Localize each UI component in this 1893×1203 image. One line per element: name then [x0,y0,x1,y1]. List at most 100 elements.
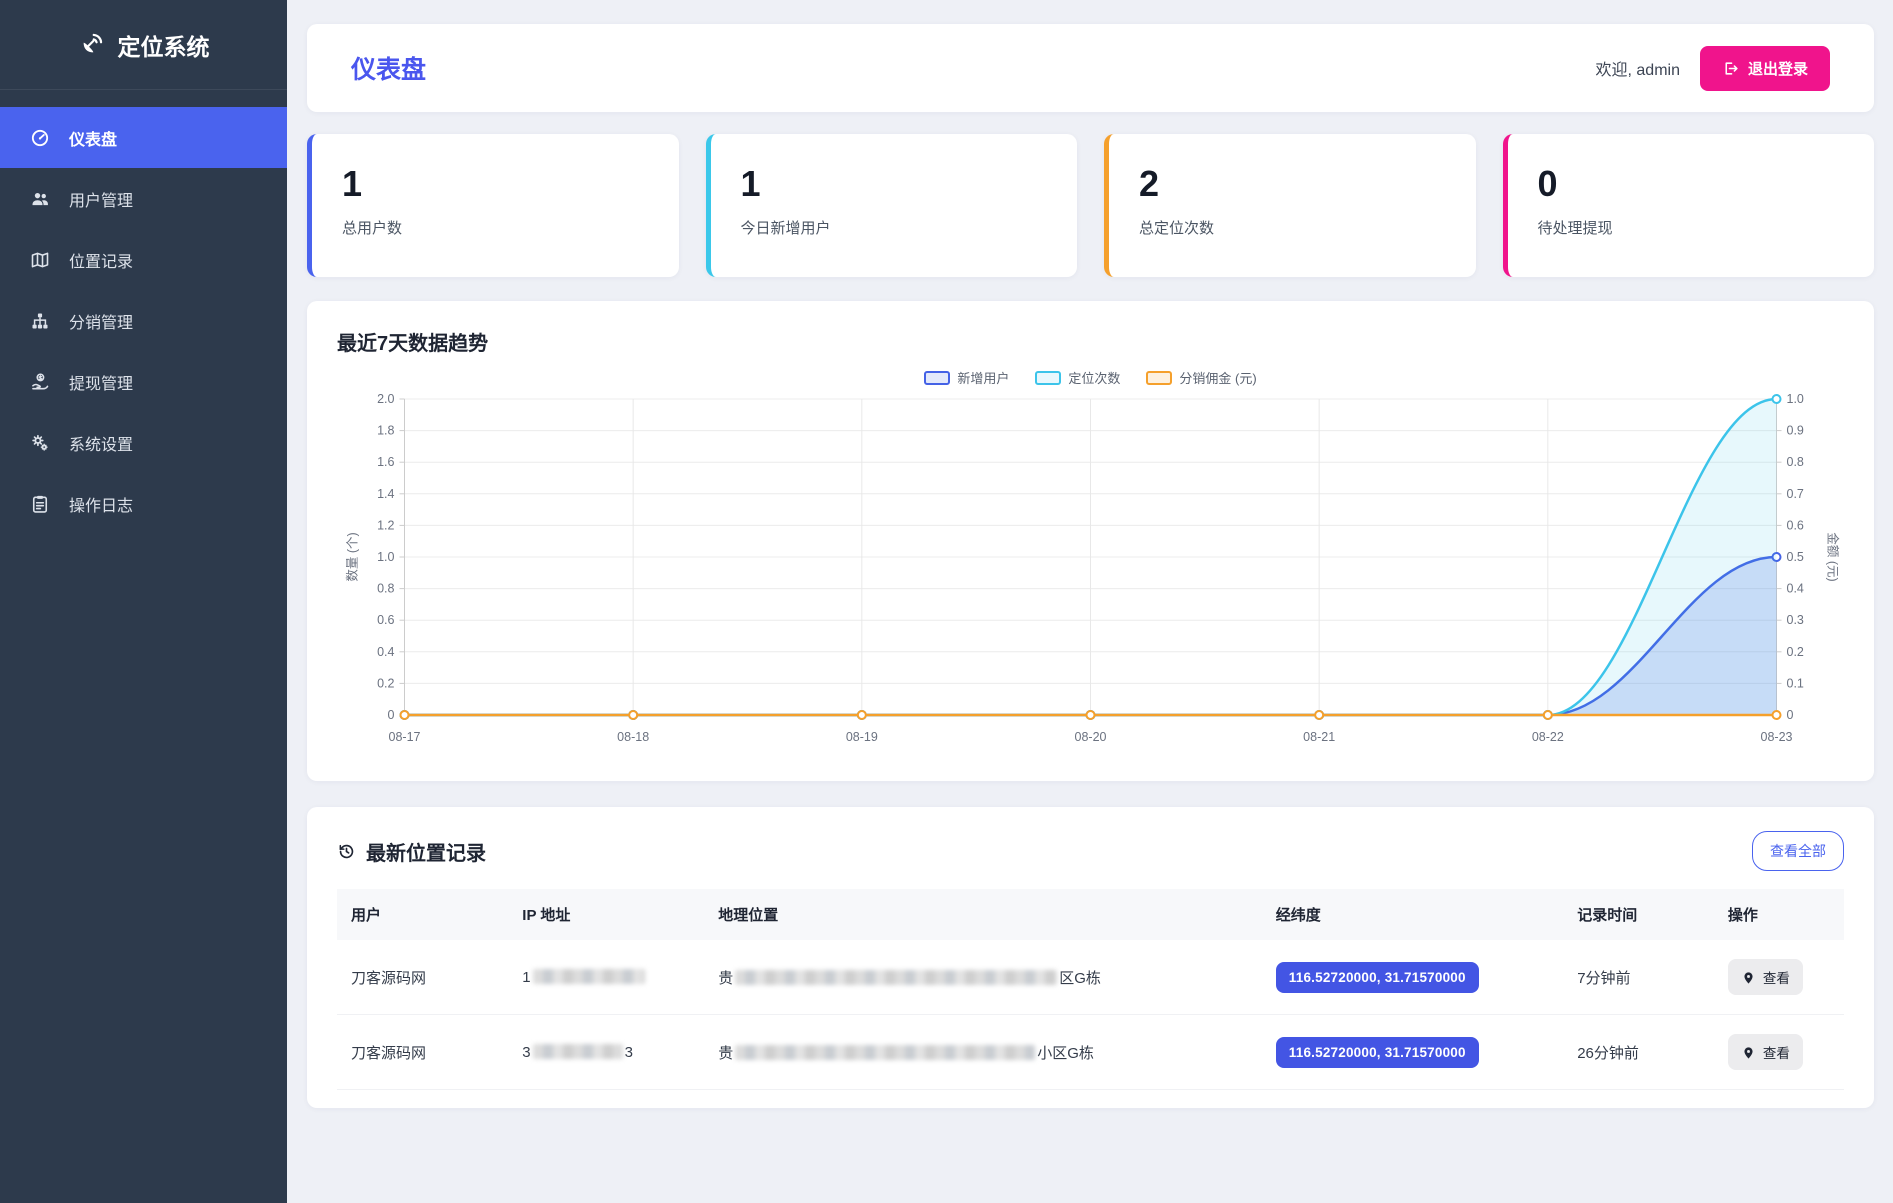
sidebar-item-logs[interactable]: 操作日志 [0,473,287,534]
redacted-ip [533,1044,623,1059]
records-table-head: 用户IP 地址地理位置经纬度记录时间操作 [337,889,1844,940]
view-all-button[interactable]: 查看全部 [1752,831,1844,871]
app-logo: 定位系统 [0,0,287,90]
records-title: 最新位置记录 [366,837,486,866]
view-button[interactable]: 查看 [1728,959,1803,995]
stat-card-1: 1今日新增用户 [706,134,1078,277]
table-row: 刀客源码网1贵区G栋116.52720000, 31.715700007分钟前查… [337,940,1844,1015]
cell-action: 查看 [1716,1015,1844,1090]
stat-label: 待处理提现 [1538,217,1845,238]
view-button[interactable]: 查看 [1728,1034,1803,1070]
stat-label: 总定位次数 [1139,217,1446,238]
sidebar-item-location-records[interactable]: 位置记录 [0,229,287,290]
sidebar-item-settings[interactable]: 系统设置 [0,412,287,473]
sidebar-item-withdrawals[interactable]: 提现管理 [0,351,287,412]
redacted-location [735,1045,1035,1060]
svg-text:0.2: 0.2 [377,676,394,690]
stat-value: 1 [741,164,1048,204]
logout-icon [1722,60,1739,77]
column-header-0: 用户 [337,889,510,940]
sidebar: 定位系统 仪表盘用户管理位置记录分销管理提现管理系统设置操作日志 [0,0,287,1203]
records-title-row: 最新位置记录 [337,837,486,866]
stat-card-0: 1 总用户数 [307,134,679,277]
stat-card-2: 2 总定位次数 [1104,134,1476,277]
main-content: 仪表盘 欢迎, admin 退出登录 1 总用户数 1今日新增用户 2 总定位次数 0 待处… [287,0,1893,1108]
svg-text:0.2: 0.2 [1787,645,1804,659]
column-header-4: 记录时间 [1565,889,1716,940]
cell-coords: 116.52720000, 31.71570000 [1264,940,1565,1015]
legend-label: 定位次数 [1068,368,1120,387]
cell-location: 贵小区G栋 [706,1015,1264,1090]
records-table: 用户IP 地址地理位置经纬度记录时间操作 刀客源码网1贵区G栋116.52720… [337,889,1844,1090]
svg-text:0.3: 0.3 [1787,613,1804,627]
clipboard-icon [30,494,50,514]
page-title: 仪表盘 [351,50,426,86]
svg-text:0.6: 0.6 [377,613,394,627]
legend-item[interactable]: 定位次数 [1035,368,1120,387]
header-right: 欢迎, admin 退出登录 [1596,46,1831,91]
coordinates-badge: 116.52720000, 31.71570000 [1276,962,1479,993]
svg-text:数量 (个): 数量 (个) [345,532,360,581]
records-head: 最新位置记录 查看全部 [337,831,1844,871]
svg-text:08-19: 08-19 [846,730,878,744]
cell-action: 查看 [1716,940,1844,1015]
page-header: 仪表盘 欢迎, admin 退出登录 [307,24,1874,112]
map-marker-icon [1741,970,1756,985]
legend-label: 分销佣金 (元) [1179,368,1256,387]
column-header-1: IP 地址 [510,889,706,940]
history-icon [337,842,356,861]
legend-swatch [1035,371,1061,385]
hand-coin-icon [30,372,50,392]
cell-ip: 33 [510,1015,706,1090]
svg-text:0.1: 0.1 [1787,676,1804,690]
column-header-2: 地理位置 [706,889,1264,940]
svg-text:0.8: 0.8 [377,582,394,596]
logout-button[interactable]: 退出登录 [1700,46,1830,91]
svg-text:0.9: 0.9 [1787,424,1804,438]
legend-swatch [924,371,950,385]
svg-text:0.7: 0.7 [1787,487,1804,501]
stat-label: 总用户数 [342,217,649,238]
legend-item[interactable]: 新增用户 [924,368,1009,387]
svg-text:1.0: 1.0 [1787,392,1804,406]
coordinates-badge: 116.52720000, 31.71570000 [1276,1037,1479,1068]
svg-text:0.4: 0.4 [377,645,394,659]
sidebar-item-dashboard[interactable]: 仪表盘 [0,107,287,168]
gauge-icon [30,128,50,148]
svg-text:1.6: 1.6 [377,455,394,469]
column-header-3: 经纬度 [1264,889,1565,940]
sidebar-item-label: 位置记录 [69,248,133,272]
stat-value: 1 [342,164,649,204]
svg-text:1.0: 1.0 [377,550,394,564]
svg-text:0.8: 0.8 [1787,455,1804,469]
svg-text:1.8: 1.8 [377,424,394,438]
welcome-text: 欢迎, admin [1596,56,1680,80]
app-title: 定位系统 [118,28,210,62]
sidebar-item-distribution[interactable]: 分销管理 [0,290,287,351]
legend-swatch [1146,371,1172,385]
stat-value: 2 [1139,164,1446,204]
records-card: 最新位置记录 查看全部 用户IP 地址地理位置经纬度记录时间操作 刀客源码网1贵… [307,807,1874,1108]
svg-text:08-18: 08-18 [617,730,649,744]
map-marker-icon [1741,1045,1756,1060]
sidebar-item-users[interactable]: 用户管理 [0,168,287,229]
satellite-dish-icon [78,31,105,58]
map-location-icon [30,250,50,270]
sidebar-menu: 仪表盘用户管理位置记录分销管理提现管理系统设置操作日志 [0,107,287,534]
sidebar-item-label: 分销管理 [69,309,133,333]
view-button-label: 查看 [1763,1042,1790,1062]
cell-coords: 116.52720000, 31.71570000 [1264,1015,1565,1090]
records-head-row: 用户IP 地址地理位置经纬度记录时间操作 [337,889,1844,940]
svg-text:0: 0 [1787,708,1794,722]
stat-value: 0 [1538,164,1845,204]
legend-item[interactable]: 分销佣金 (元) [1146,368,1256,387]
sidebar-item-label: 操作日志 [69,492,133,516]
svg-text:08-21: 08-21 [1303,730,1335,744]
stat-card-3: 0 待处理提现 [1503,134,1875,277]
logout-button-label: 退出登录 [1748,58,1808,79]
sitemap-icon [30,311,50,331]
chart-legend: 新增用户 定位次数 分销佣金 (元) [337,368,1844,387]
svg-text:08-17: 08-17 [389,730,421,744]
trend-chart: 000.20.10.40.20.60.30.80.41.00.51.20.61.… [337,389,1844,765]
cell-user: 刀客源码网 [337,1015,510,1090]
